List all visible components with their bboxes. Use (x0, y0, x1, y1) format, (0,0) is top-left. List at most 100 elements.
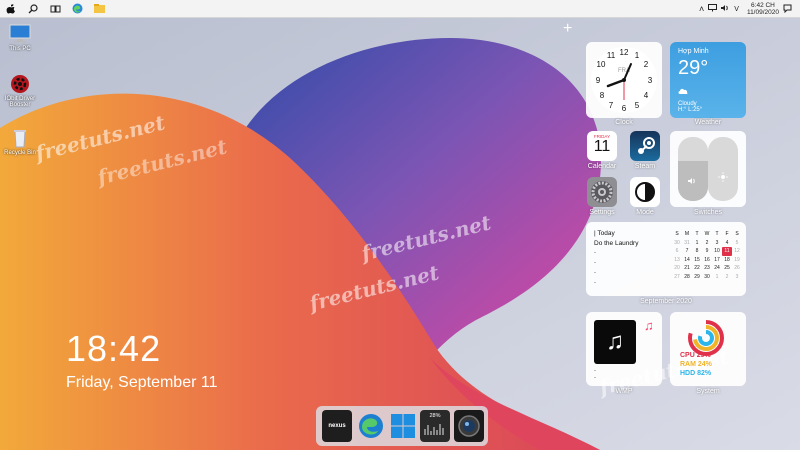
calendar-day[interactable]: 1 (692, 239, 702, 248)
calendar-weekday-row: S M T W T F S (672, 230, 742, 239)
calendar-day[interactable]: 18 (722, 256, 732, 265)
calendar-day[interactable]: 5 (732, 239, 742, 248)
calendar-grid: S M T W T F S 30 31 1 2 3 4 5 6 7 8 9 10… (672, 230, 742, 281)
start-button[interactable] (0, 0, 22, 18)
calendar-day[interactable]: 26 (732, 264, 742, 273)
clock-widget[interactable]: 12 1 2 345 678 9 10 11 FRA (586, 42, 662, 118)
calendar-day[interactable]: 14 (682, 256, 692, 265)
calendar-week-row: 6 7 8 9 10 11 12 (672, 247, 742, 256)
network-icon[interactable] (708, 4, 718, 14)
recycle-bin-icon (9, 128, 31, 148)
desktop-icon-this-pc[interactable]: This PC (0, 24, 40, 52)
svg-text:3: 3 (648, 76, 653, 85)
calendar-day[interactable]: 22 (692, 264, 702, 273)
calendar-day-today[interactable]: 11 (722, 247, 732, 256)
calendar-day[interactable]: 30 (672, 239, 682, 248)
dark-mode-icon (635, 182, 655, 202)
svg-text:8: 8 (600, 91, 605, 100)
svg-text:10: 10 (597, 60, 606, 69)
calendar-day[interactable]: 28 (682, 273, 692, 282)
calendar-day[interactable]: 3 (712, 239, 722, 248)
add-widget-button[interactable]: + (563, 20, 572, 38)
steam-tile[interactable] (630, 131, 660, 161)
system-widget-label: System (696, 388, 720, 395)
svg-text:9: 9 (596, 76, 601, 85)
calendar-day[interactable]: 4 (722, 239, 732, 248)
svg-text:6: 6 (622, 104, 627, 113)
meter-bars-icon (424, 424, 444, 435)
calendar-week-row: 13 14 15 16 17 18 19 (672, 256, 742, 265)
calendar-day[interactable]: 16 (702, 256, 712, 265)
calendar-tile[interactable]: FRIDAY 11 (587, 131, 617, 161)
calendar-day[interactable]: 23 (702, 264, 712, 273)
brightness-switch[interactable] (708, 137, 738, 201)
calendar-day[interactable]: 21 (682, 264, 692, 273)
system-widget[interactable]: CPU 29% RAM 24% HDD 82% (670, 312, 746, 386)
dock-nexus[interactable]: nexus (322, 410, 352, 442)
weather-widget[interactable]: Hợp Minh 29° Cloudy H:° L:25° (670, 42, 746, 118)
settings-tile[interactable] (587, 177, 617, 207)
calendar-day[interactable]: 1 (712, 273, 722, 282)
volume-icon[interactable] (721, 4, 730, 14)
calendar-day[interactable]: 30 (702, 273, 712, 282)
calendar-day[interactable]: 20 (672, 264, 682, 273)
calendar-week-row: 30 31 1 2 3 4 5 (672, 239, 742, 248)
calendar-day[interactable]: 3 (732, 273, 742, 282)
calendar-empty-slot: - (594, 280, 596, 286)
calendar-week-row: 20 21 22 23 24 25 26 (672, 264, 742, 273)
edge-taskbar-icon[interactable] (66, 0, 88, 18)
calendar-day[interactable]: 6 (672, 247, 682, 256)
nexus-logo: nexus (328, 423, 346, 429)
input-method-icon[interactable]: V (734, 6, 739, 13)
dock-edge[interactable] (356, 410, 386, 442)
dock-meter[interactable]: 28% (420, 410, 450, 442)
calendar-widget[interactable]: | Today Do the Laundry - - - - S M T W T… (586, 222, 746, 296)
svg-text:1: 1 (635, 51, 640, 60)
calendar-day[interactable]: 13 (672, 256, 682, 265)
weekday-header: S (735, 231, 739, 238)
calendar-day[interactable]: 9 (702, 247, 712, 256)
taskbar-clock[interactable]: 6:42 CH 11/09/2020 (747, 2, 779, 16)
weekday-header: S (675, 231, 679, 238)
volume-switch[interactable] (678, 137, 708, 201)
dock-camera[interactable] (454, 410, 484, 442)
weekday-header: T (715, 231, 719, 238)
calendar-day[interactable]: 8 (692, 247, 702, 256)
taskbar-date: 11/09/2020 (746, 9, 779, 16)
calendar-day[interactable]: 24 (712, 264, 722, 273)
desktop-icon-driver-booster[interactable]: IObit Driver Booster (0, 74, 40, 108)
calendar-day[interactable]: 12 (732, 247, 742, 256)
calendar-day[interactable]: 27 (672, 273, 682, 282)
calendar-day[interactable]: 29 (692, 273, 702, 282)
calendar-day[interactable]: 2 (702, 239, 712, 248)
lock-date: Friday, September 11 (66, 374, 218, 391)
wmp-widget[interactable]: ♫ ♫ - - (586, 312, 662, 386)
cloud-icon (678, 82, 738, 100)
ram-usage: RAM 24% (680, 361, 712, 368)
dock-windows[interactable] (388, 410, 418, 442)
calendar-day[interactable]: 7 (682, 247, 692, 256)
calendar-day[interactable]: 15 (692, 256, 702, 265)
clock-widget-label: Clock (615, 119, 633, 126)
task-view-icon[interactable] (44, 0, 66, 18)
calendar-day[interactable]: 31 (682, 239, 692, 248)
settings-tile-label: Settings (589, 209, 615, 216)
calendar-empty-slot: - (594, 270, 596, 276)
file-explorer-icon[interactable] (88, 0, 110, 18)
desktop-icon-label: This PC (9, 46, 31, 52)
analog-clock-icon: 12 12 345 678 91011 FRA (591, 47, 657, 113)
calendar-tile-label: Calendar (587, 163, 617, 170)
notification-icon[interactable] (783, 4, 792, 15)
lock-time: 18:42 (66, 328, 162, 369)
calendar-day[interactable]: 17 (712, 256, 722, 265)
calendar-day[interactable]: 19 (732, 256, 742, 265)
desktop-icon-label: Recycle Bin (4, 150, 36, 156)
calendar-day[interactable]: 25 (722, 264, 732, 273)
weekday-header: M (684, 231, 690, 238)
calendar-day[interactable]: 2 (722, 273, 732, 282)
calendar-day[interactable]: 10 (712, 247, 722, 256)
apple-music-icon: ♫ (644, 318, 654, 333)
chevron-up-icon[interactable]: ˄ (699, 4, 704, 14)
search-icon[interactable] (22, 0, 44, 18)
mode-tile[interactable] (630, 177, 660, 207)
